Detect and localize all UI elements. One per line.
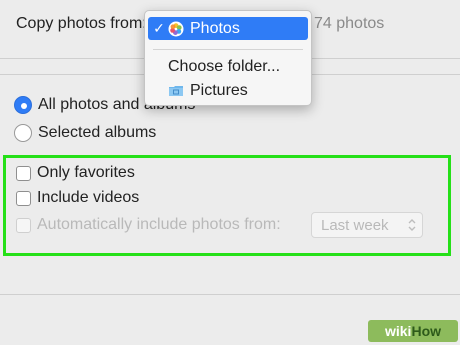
all-photos-radio[interactable] xyxy=(14,96,32,114)
photos-app-icon xyxy=(168,21,184,36)
auto-include-checkbox xyxy=(16,217,31,233)
wikihow-wiki: wiki xyxy=(384,323,412,339)
only-favorites-option[interactable]: Only favorites xyxy=(16,164,135,182)
photos-settings-panel: Copy photos from: 74 photos All photos a… xyxy=(0,0,460,345)
menu-item-choose-folder[interactable]: Choose folder... xyxy=(148,55,308,78)
auto-include-label: Automatically include photos from: xyxy=(37,216,281,233)
only-favorites-label: Only favorites xyxy=(37,164,135,181)
divider xyxy=(0,294,460,295)
menu-item-choose-folder-label: Choose folder... xyxy=(168,57,281,75)
menu-divider xyxy=(153,49,303,50)
wikihow-watermark: wiki How xyxy=(368,320,458,342)
folder-icon xyxy=(169,85,183,96)
selected-albums-radio[interactable] xyxy=(14,124,32,142)
photo-count: 74 photos xyxy=(314,15,385,32)
auto-include-option: Automatically include photos from: xyxy=(16,216,281,234)
include-videos-option[interactable]: Include videos xyxy=(16,189,139,207)
selected-albums-label: Selected albums xyxy=(38,124,157,141)
menu-item-pictures[interactable]: Pictures xyxy=(148,79,308,102)
period-select: Last week xyxy=(311,212,423,238)
up-down-chevron-icon xyxy=(408,219,416,231)
only-favorites-checkbox[interactable] xyxy=(16,165,31,181)
include-videos-label: Include videos xyxy=(37,189,140,206)
include-videos-checkbox[interactable] xyxy=(16,190,31,206)
menu-item-pictures-label: Pictures xyxy=(190,81,248,99)
wikihow-how: How xyxy=(411,323,442,339)
menu-item-photos[interactable]: ✓ Photos xyxy=(148,17,308,40)
checkmark-icon: ✓ xyxy=(153,20,165,36)
period-select-value: Last week xyxy=(321,217,389,234)
copy-from-label: Copy photos from: xyxy=(16,15,147,32)
menu-item-photos-label: Photos xyxy=(190,19,240,37)
selected-albums-option[interactable]: Selected albums xyxy=(14,124,156,142)
source-dropdown-menu[interactable]: ✓ Photos Choose folder... Pictures xyxy=(144,10,312,106)
